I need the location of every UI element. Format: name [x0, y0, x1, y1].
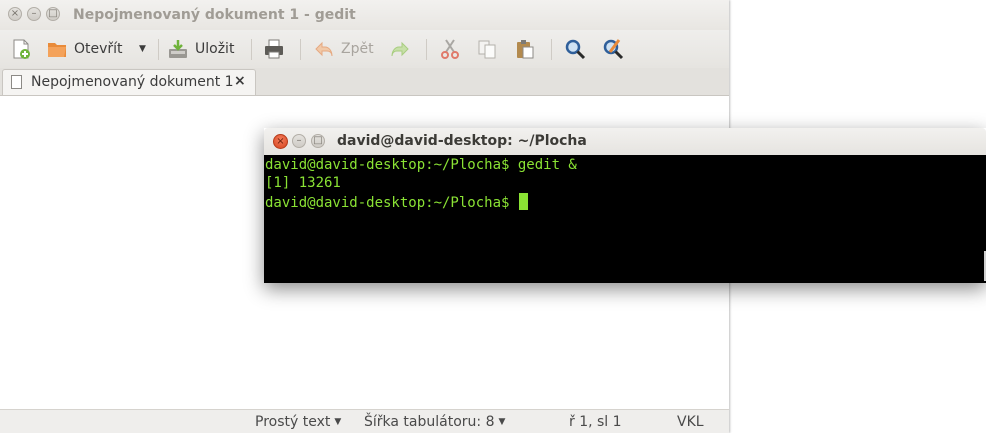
toolbar-separator [551, 39, 552, 60]
new-document-button[interactable] [10, 30, 32, 68]
syntax-selector[interactable]: Prostý text ▼ [255, 414, 341, 430]
gedit-minimize-button[interactable]: – [27, 7, 41, 21]
gedit-window-title: Nepojmenovaný dokument 1 - gedit [73, 7, 356, 23]
toolbar-separator [251, 39, 252, 60]
terminal-output[interactable]: david@david-desktop:~/Plocha$ gedit & [1… [264, 155, 986, 283]
gedit-titlebar[interactable]: × – □ Nepojmenovaný dokument 1 - gedit [0, 0, 729, 30]
gedit-close-button[interactable]: × [8, 7, 22, 21]
insert-mode: VKL [677, 414, 704, 430]
undo-icon [315, 41, 333, 57]
folder-open-icon [48, 43, 66, 57]
cut-button[interactable] [439, 30, 461, 68]
open-label: Otevřít [74, 41, 123, 57]
terminal-window: × – □ david@david-desktop: ~/Plocha davi… [264, 128, 986, 283]
scissors-icon [441, 39, 459, 59]
terminal-title: david@david-desktop: ~/Plocha [337, 133, 587, 149]
undo-button[interactable]: Zpět [313, 30, 374, 68]
save-label: Uložit [195, 41, 235, 57]
terminal-prompt: david@david-desktop:~/Plocha$ [265, 195, 518, 211]
cursor-position: ř 1, sl 1 [569, 414, 622, 430]
open-button[interactable]: Otevřít [46, 30, 123, 68]
copy-button[interactable] [476, 30, 498, 68]
toolbar-separator [158, 39, 159, 60]
chevron-down-icon: ▼ [498, 417, 506, 427]
document-tab-bar: Nepojmenovaný dokument 1 × [0, 68, 729, 96]
open-recent-dropdown[interactable]: ▼ [139, 30, 146, 68]
terminal-minimize-button[interactable]: – [292, 134, 306, 148]
save-icon [169, 40, 187, 58]
redo-button[interactable] [389, 30, 411, 68]
toolbar-separator [300, 39, 301, 60]
tab-width-selector[interactable]: Šířka tabulátoru: 8 ▼ [364, 414, 505, 430]
print-button[interactable] [263, 30, 285, 68]
copy-icon [478, 40, 496, 59]
terminal-maximize-button[interactable]: □ [311, 134, 325, 148]
gedit-maximize-button[interactable]: □ [46, 7, 60, 21]
tab-width-label: Šířka tabulátoru: 8 [364, 414, 495, 430]
undo-label: Zpět [341, 41, 374, 57]
paste-button[interactable] [514, 30, 536, 68]
tab-label: Nepojmenovaný dokument 1 [31, 74, 234, 90]
printer-icon [265, 39, 283, 59]
document-icon [11, 75, 22, 89]
tab-close-icon[interactable]: × [234, 73, 246, 89]
chevron-down-icon: ▼ [334, 417, 342, 427]
terminal-close-button[interactable]: × [273, 134, 288, 149]
find-button[interactable] [564, 30, 586, 68]
save-button[interactable]: Uložit [167, 30, 234, 68]
find-replace-button[interactable] [602, 30, 624, 68]
syntax-label: Prostý text [255, 414, 331, 430]
tab-document-1[interactable]: Nepojmenovaný dokument 1 × [2, 69, 256, 95]
new-document-icon [13, 39, 30, 59]
toolbar-separator [426, 39, 427, 60]
redo-icon [391, 41, 409, 57]
terminal-cursor [518, 193, 528, 210]
terminal-line: [1] 13261 [265, 175, 341, 191]
terminal-line: david@david-desktop:~/Plocha$ gedit & [265, 157, 577, 173]
gedit-toolbar: Otevřít ▼ Uložit Zpět [0, 30, 729, 69]
find-replace-icon [603, 39, 624, 60]
search-icon [565, 39, 586, 60]
terminal-titlebar[interactable]: × – □ david@david-desktop: ~/Plocha [264, 128, 986, 155]
terminal-prompt-line: david@david-desktop:~/Plocha$ [265, 193, 528, 211]
statusbar: Prostý text ▼ Šířka tabulátoru: 8 ▼ ř 1, s… [0, 409, 729, 433]
paste-icon [517, 40, 534, 59]
chevron-down-icon: ▼ [139, 44, 146, 54]
